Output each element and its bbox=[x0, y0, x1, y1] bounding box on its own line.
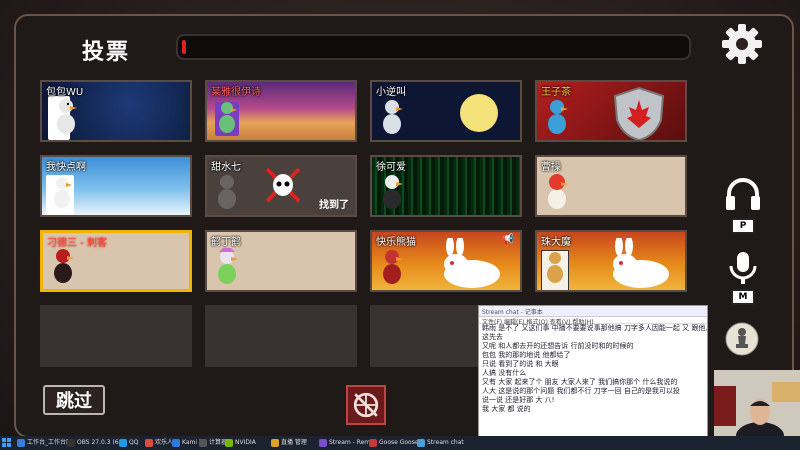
chat-line: 又呢 和人都去开的还想告诉 行前没时和的时候的 bbox=[482, 342, 634, 350]
player-card[interactable]: 甜水七 找到了 bbox=[205, 155, 357, 217]
player-name: 王子茶 bbox=[541, 87, 571, 98]
vote-timer-bar bbox=[176, 34, 691, 60]
taskbar-item[interactable]: 工作台_工作台面板 bbox=[16, 437, 73, 449]
push-to-talk-key: M bbox=[731, 289, 755, 305]
chat-notepad-window[interactable]: Stream chat - 记事本 文件(F) 编辑(E) 格式(O) 查看(V… bbox=[478, 305, 708, 438]
window-titlebar[interactable]: Stream chat - 记事本 bbox=[479, 306, 707, 317]
goose-avatar bbox=[54, 96, 78, 136]
taskbar-item[interactable]: 直播 管理 bbox=[270, 437, 325, 449]
chat-line: 包包 我的那的地说 他都给了 bbox=[482, 351, 571, 359]
chess-pawn-icon[interactable] bbox=[725, 322, 759, 356]
os-taskbar: 工作台_工作台面板 OBS 27.0.3 (64 bit) QQ 欢乐人 - 鹅… bbox=[0, 436, 800, 450]
player-card[interactable]: 某雅很伊诗 bbox=[205, 80, 357, 142]
taskbar-item[interactable]: OBS 27.0.3 (64 bit) bbox=[66, 437, 125, 449]
taskbar-item[interactable]: Stream - Remote bbox=[318, 437, 375, 449]
player-name: 甜水七 bbox=[211, 162, 241, 173]
skip-vote-button[interactable]: 跳过 bbox=[43, 385, 105, 415]
player-card-selected[interactable]: 刁德三 - 刺客 bbox=[40, 230, 192, 292]
rabbit-icon bbox=[444, 238, 500, 288]
player-name: 包包WU bbox=[46, 87, 84, 98]
chat-line: 这先去 bbox=[482, 333, 503, 341]
player-name: 快乐熊猫 bbox=[376, 237, 416, 248]
player-card[interactable]: 徐可爱 bbox=[370, 155, 522, 217]
chat-line: 人搞 没有什么 bbox=[482, 369, 527, 377]
start-menu-icon[interactable] bbox=[2, 437, 12, 449]
empty-slot bbox=[40, 305, 192, 367]
taskbar-item[interactable]: Goose Goose Duck bbox=[368, 437, 423, 449]
player-name: 珠大魔 bbox=[541, 237, 571, 248]
player-name: 小逆叫 bbox=[376, 87, 406, 98]
goose-avatar bbox=[215, 171, 239, 211]
menu-bar[interactable]: 文件(F) 编辑(E) 格式(O) 查看(V) 帮助(H) bbox=[479, 317, 707, 326]
chat-line: 又有 大家 起来了个 朋友 大家人来了 我们搞你那个 什么我说的 bbox=[482, 378, 678, 386]
empty-slot bbox=[205, 305, 357, 367]
goose-avatar bbox=[380, 96, 404, 136]
push-to-listen-key: P bbox=[731, 218, 755, 234]
streamer-webcam-image bbox=[714, 370, 800, 440]
player-card[interactable]: 鹤丁鹤 bbox=[205, 230, 357, 292]
webcam-overlay bbox=[714, 370, 800, 440]
goose-avatar bbox=[50, 171, 74, 211]
player-name: 鹤丁鹤 bbox=[211, 237, 241, 248]
chat-line: 说一说 还是好那 大 八! bbox=[482, 396, 555, 404]
player-card[interactable]: 包包WU bbox=[40, 80, 192, 142]
headphones-icon[interactable] bbox=[724, 178, 762, 212]
moon-icon bbox=[460, 94, 498, 132]
player-name: 某雅很伊诗 bbox=[211, 87, 261, 98]
player-card[interactable]: 小逆叫 bbox=[370, 80, 522, 142]
player-card[interactable]: 珠大魔 bbox=[535, 230, 687, 292]
chat-line: 韩雨 是不了 又这们事 中播不要要说事那他搞 刀字多人因能一起 又 跟他人投 bbox=[482, 324, 707, 332]
goose-avatar bbox=[380, 171, 404, 211]
goose-avatar bbox=[215, 96, 239, 136]
goose-avatar bbox=[543, 246, 567, 286]
microphone-icon[interactable] bbox=[726, 250, 760, 286]
player-card[interactable]: 曹操 bbox=[535, 155, 687, 217]
settings-gear-icon[interactable] bbox=[720, 22, 764, 66]
chat-line: 只说 看到了的说 和 大眼 bbox=[482, 360, 559, 368]
skip-vote-icon[interactable] bbox=[346, 385, 386, 425]
player-card[interactable]: 我快点啊 bbox=[40, 155, 192, 217]
player-name: 曹操 bbox=[541, 162, 561, 173]
rabbit-icon bbox=[613, 238, 669, 288]
goose-avatar bbox=[545, 96, 569, 136]
page-title: 投票 bbox=[82, 40, 131, 65]
chat-line: 我 大家 都 说的 bbox=[482, 405, 531, 413]
taskbar-item[interactable]: Stream chat bbox=[416, 437, 471, 449]
player-name: 刁德三 - 刺客 bbox=[47, 238, 107, 249]
goose-avatar bbox=[380, 246, 404, 286]
found-status-label: 找到了 bbox=[319, 200, 349, 211]
megaphone-icon: 📢 bbox=[501, 234, 514, 245]
player-name: 我快点啊 bbox=[46, 162, 86, 173]
vote-timer-fill bbox=[182, 40, 186, 54]
goose-avatar bbox=[215, 246, 239, 286]
chat-line: 人大 这是说的那个问题 我们都不行 刀字一回 自己的是我可以投 bbox=[482, 387, 680, 395]
goose-avatar bbox=[545, 171, 569, 211]
player-card[interactable]: 王子茶 bbox=[535, 80, 687, 142]
goose-avatar bbox=[51, 245, 75, 285]
dead-body-icon bbox=[265, 167, 301, 203]
shield-icon bbox=[613, 86, 665, 140]
player-card[interactable]: 快乐熊猫 📢 bbox=[370, 230, 522, 292]
player-name: 徐可爱 bbox=[376, 162, 406, 173]
